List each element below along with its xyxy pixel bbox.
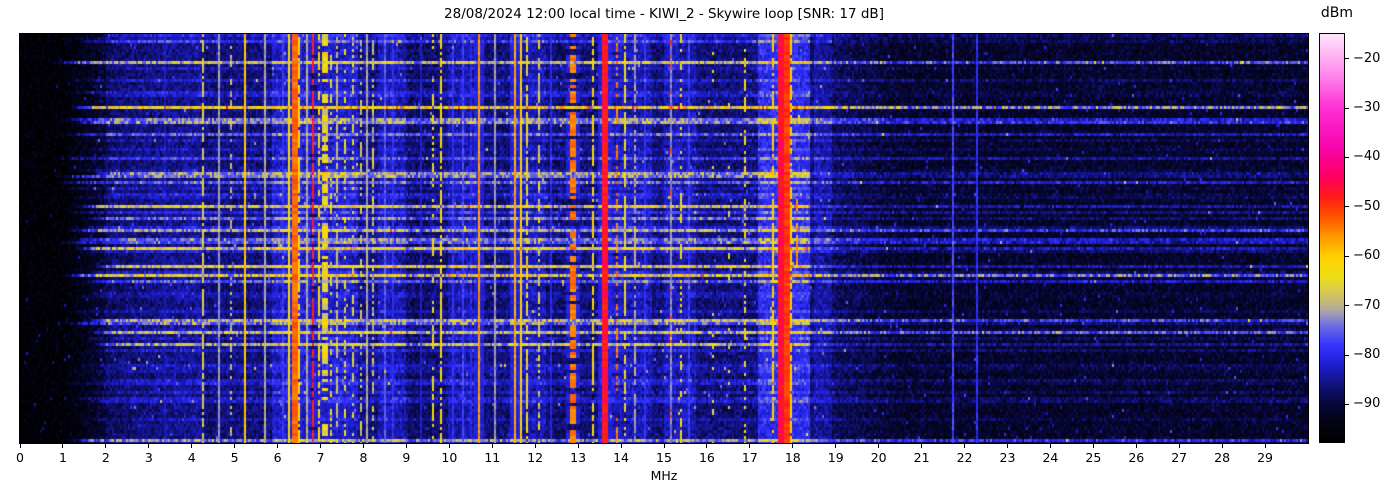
- x-tick-label: 4: [187, 450, 196, 465]
- x-tick-label: 16: [698, 450, 715, 465]
- x-tick: [534, 444, 536, 448]
- x-tick: [749, 444, 751, 448]
- x-tick: [148, 444, 150, 448]
- x-tick: [320, 444, 322, 448]
- x-tick: [1178, 444, 1180, 448]
- x-tick: [706, 444, 708, 448]
- waterfall-figure: 28/08/2024 12:00 local time - KIWI_2 - S…: [0, 0, 1400, 500]
- colorbar-tick: [1345, 305, 1349, 307]
- colorbar-tick-label: −60: [1353, 248, 1381, 264]
- x-tick-label: 2: [101, 450, 110, 465]
- x-tick-label: 21: [913, 450, 930, 465]
- x-tick: [1006, 444, 1008, 448]
- colorbar-tick: [1345, 255, 1349, 257]
- x-tick-label: 22: [956, 450, 973, 465]
- x-tick-label: 3: [144, 450, 153, 465]
- x-tick: [577, 444, 579, 448]
- spectrogram-plot-area: [19, 33, 1309, 444]
- x-tick-label: 27: [1171, 450, 1188, 465]
- x-tick-label: 7: [316, 450, 325, 465]
- x-tick: [878, 444, 880, 448]
- x-tick: [191, 444, 193, 448]
- x-tick: [62, 444, 64, 448]
- x-tick: [1135, 444, 1137, 448]
- x-tick-label: 25: [1085, 450, 1102, 465]
- colorbar-unit-label: dBm: [1320, 5, 1354, 21]
- x-tick-label: 26: [1128, 450, 1145, 465]
- colorbar-tick: [1345, 354, 1349, 356]
- x-tick-label: 6: [273, 450, 282, 465]
- x-tick-label: 13: [570, 450, 587, 465]
- x-tick: [1264, 444, 1266, 448]
- colorbar-tick-label: −50: [1353, 198, 1381, 214]
- x-tick-label: 8: [359, 450, 368, 465]
- colorbar-tick: [1345, 58, 1349, 60]
- x-tick-label: 17: [741, 450, 758, 465]
- x-tick-label: 19: [827, 450, 844, 465]
- x-tick-label: 24: [1042, 450, 1059, 465]
- x-tick: [964, 444, 966, 448]
- colorbar-tick-label: −20: [1353, 50, 1381, 66]
- chart-title: 28/08/2024 12:00 local time - KIWI_2 - S…: [444, 6, 884, 22]
- x-tick-label: 12: [527, 450, 544, 465]
- x-tick-label: 29: [1257, 450, 1274, 465]
- x-tick: [620, 444, 622, 448]
- x-tick: [405, 444, 407, 448]
- x-tick-label: 23: [999, 450, 1016, 465]
- x-tick-label: 18: [784, 450, 801, 465]
- x-tick-label: 20: [870, 450, 887, 465]
- x-tick: [105, 444, 107, 448]
- x-tick-label: 10: [441, 450, 458, 465]
- colorbar-tick-label: −80: [1353, 347, 1381, 363]
- x-tick: [792, 444, 794, 448]
- x-tick: [234, 444, 236, 448]
- colorbar-tick: [1345, 206, 1349, 208]
- x-tick: [1092, 444, 1094, 448]
- x-tick: [277, 444, 279, 448]
- colorbar-tick-label: −40: [1353, 149, 1381, 165]
- x-tick: [921, 444, 923, 448]
- x-tick-label: 5: [230, 450, 239, 465]
- x-tick: [19, 444, 21, 448]
- x-tick-label: 0: [16, 450, 24, 465]
- x-tick: [1049, 444, 1051, 448]
- x-tick: [1221, 444, 1223, 448]
- colorbar-tick-label: −90: [1353, 396, 1381, 412]
- colorbar-tick: [1345, 156, 1349, 158]
- x-tick-label: 28: [1214, 450, 1231, 465]
- x-tick: [362, 444, 364, 448]
- x-axis-label: MHz: [650, 468, 678, 483]
- colorbar-tick-label: −70: [1353, 297, 1381, 313]
- colorbar-tick-label: −30: [1353, 100, 1381, 116]
- x-tick: [663, 444, 665, 448]
- x-tick-label: 1: [58, 450, 67, 465]
- spectrogram-canvas: [20, 34, 1308, 443]
- colorbar-canvas: [1320, 34, 1344, 442]
- x-tick: [491, 444, 493, 448]
- x-tick-label: 11: [484, 450, 501, 465]
- colorbar-tick: [1345, 107, 1349, 109]
- colorbar: [1319, 33, 1345, 443]
- x-tick-label: 9: [402, 450, 411, 465]
- x-tick: [448, 444, 450, 448]
- x-tick-label: 15: [656, 450, 672, 465]
- x-tick: [835, 444, 837, 448]
- colorbar-tick: [1345, 403, 1349, 405]
- x-tick-label: 14: [613, 450, 630, 465]
